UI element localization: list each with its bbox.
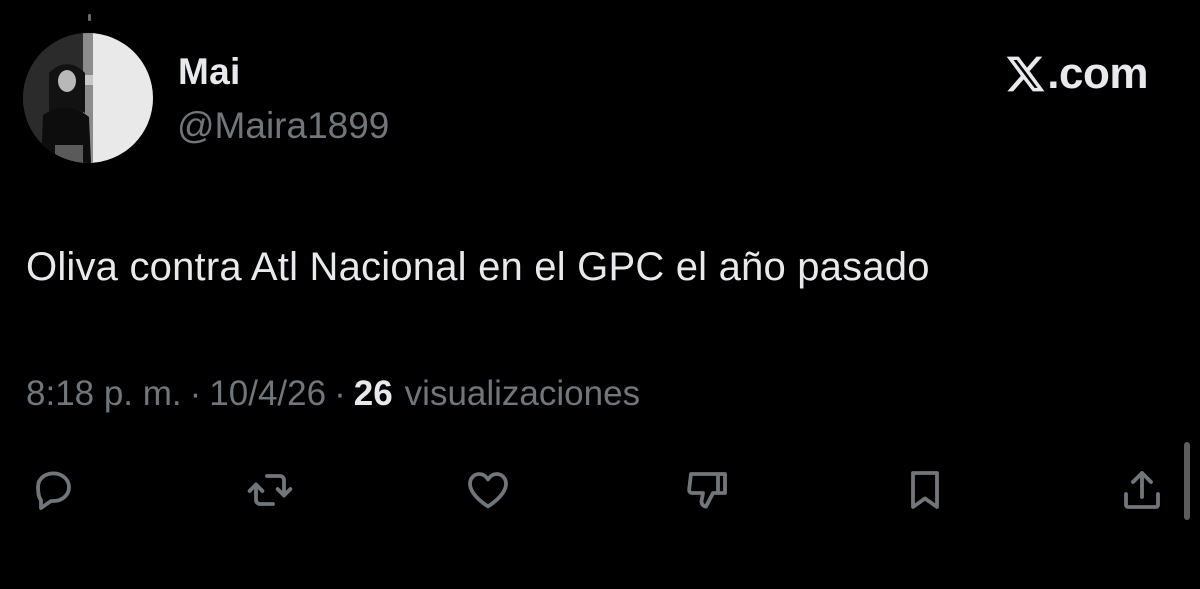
tweet-text: Oliva contra Atl Nacional en el GPC el a…	[26, 245, 930, 289]
reply-bubble-icon	[36, 471, 71, 510]
meta-separator: ·	[189, 374, 202, 413]
avatar-photo	[23, 33, 153, 163]
like-button[interactable]	[460, 462, 516, 518]
brand-text: .com	[1047, 49, 1148, 98]
author-display-name[interactable]: Mai	[178, 51, 241, 93]
tweet-meta: 8:18 p. m. · 10/4/26 · 26 visualizacione…	[26, 374, 640, 414]
tweet-time[interactable]: 8:18 p. m.	[26, 374, 182, 414]
avatar[interactable]	[23, 33, 153, 163]
views-label[interactable]: visualizaciones	[405, 374, 640, 414]
scrollbar[interactable]	[1184, 442, 1190, 520]
meta-separator: ·	[334, 374, 346, 413]
reply-button[interactable]	[25, 462, 81, 518]
bookmark-button[interactable]	[897, 462, 953, 518]
repost-button[interactable]	[242, 462, 298, 518]
share-button[interactable]	[1114, 462, 1170, 518]
thumbs-down-icon	[687, 472, 727, 509]
bookmark-icon	[911, 471, 939, 509]
action-bar	[0, 462, 1200, 518]
tweet-date[interactable]: 10/4/26	[209, 374, 326, 414]
heart-icon	[468, 472, 508, 509]
share-upload-icon	[1124, 471, 1160, 509]
top-indicator	[88, 14, 91, 21]
x-logo-icon	[1005, 54, 1045, 94]
dislike-button[interactable]	[679, 462, 735, 518]
author-handle[interactable]: @Maira1899	[177, 105, 389, 147]
repost-arrows-icon	[247, 474, 293, 506]
views-count[interactable]: 26	[354, 374, 393, 414]
brand-watermark: .com	[1005, 49, 1148, 98]
